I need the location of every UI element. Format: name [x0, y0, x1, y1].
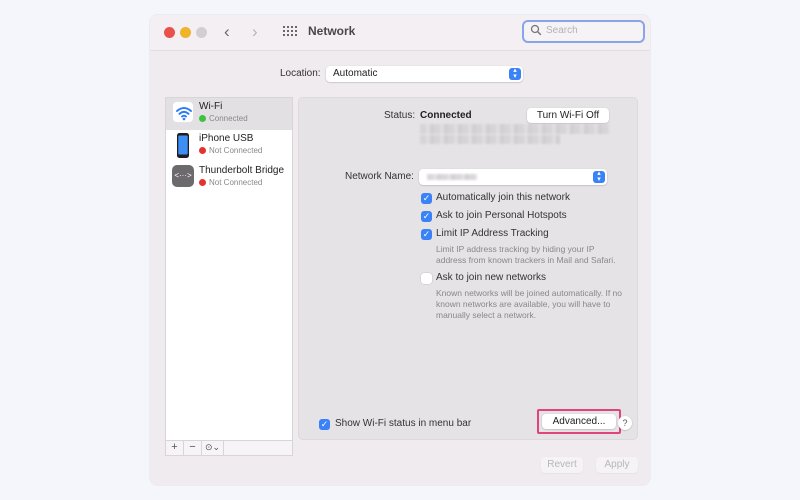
close-button[interactable]: [164, 27, 175, 38]
limit-ip-help-line: address from known trackers in Mail and …: [436, 255, 616, 265]
service-list-toolbar: + − ⊙⌄: [165, 441, 293, 456]
new-networks-help-line: Known networks will be joined automatica…: [436, 288, 622, 298]
redacted-network-name: [427, 174, 477, 180]
network-name-select[interactable]: ▴ ▾: [419, 169, 607, 185]
popup-stepper-icon: ▴ ▾: [593, 170, 605, 183]
location-value: Automatic: [333, 68, 378, 79]
limit-ip-help-line: Limit IP address tracking by hiding your…: [436, 244, 595, 254]
show-wifi-status-checkbox[interactable]: ✓: [319, 419, 330, 430]
auto-join-checkbox[interactable]: ✓: [421, 193, 432, 204]
new-networks-help-line: manually select a network.: [436, 310, 537, 320]
search-field[interactable]: Search: [522, 20, 645, 43]
status-dot-green: [199, 115, 206, 122]
auto-join-label: Automatically join this network: [436, 192, 570, 203]
remove-service-button[interactable]: −: [184, 441, 202, 455]
network-preferences-window: ‹ › Network Search Location: Automatic ▴…: [150, 15, 650, 485]
location-label: Location:: [280, 68, 321, 79]
redacted-status-detail: [420, 124, 610, 134]
show-wifi-status-label: Show Wi-Fi status in menu bar: [335, 418, 472, 429]
turn-wifi-off-button[interactable]: Turn Wi-Fi Off: [527, 108, 609, 123]
wifi-icon: [172, 101, 194, 123]
service-item-iphone-usb[interactable]: iPhone USB Not Connected: [166, 130, 292, 162]
status-dot-red: [199, 179, 206, 186]
show-all-grid-icon[interactable]: [283, 26, 297, 38]
popup-stepper-icon: ▴ ▾: [509, 67, 521, 80]
new-networks-help-line: known networks are available, you will h…: [436, 299, 611, 309]
personal-hotspots-label: Ask to join Personal Hotspots: [436, 210, 567, 221]
service-name: Wi-Fi: [199, 101, 223, 112]
service-item-thunderbolt-bridge[interactable]: <···> Thunderbolt Bridge Not Connected: [166, 162, 292, 194]
search-icon: [530, 24, 542, 36]
limit-ip-tracking-checkbox[interactable]: ✓: [421, 229, 432, 240]
iphone-icon: [172, 133, 194, 158]
ask-new-networks-label: Ask to join new networks: [436, 272, 547, 283]
title-bar: ‹ › Network Search: [150, 15, 650, 51]
help-button[interactable]: ?: [618, 416, 632, 430]
service-status: Not Connected: [209, 178, 263, 187]
forward-button[interactable]: ›: [252, 22, 258, 42]
chevron-right-icon: ›: [252, 22, 258, 41]
ask-new-networks-checkbox[interactable]: [421, 273, 432, 284]
service-list: Wi-Fi Connected iPhone USB Not Connected…: [165, 97, 293, 441]
revert-button[interactable]: Revert: [541, 457, 583, 473]
search-placeholder: Search: [546, 25, 578, 36]
service-name: Thunderbolt Bridge: [199, 165, 285, 176]
service-status: Not Connected: [209, 146, 263, 155]
location-select[interactable]: Automatic ▴ ▾: [326, 66, 523, 82]
apply-button[interactable]: Apply: [596, 457, 638, 473]
window-title: Network: [308, 24, 356, 38]
redacted-status-detail: [420, 135, 560, 144]
advanced-button[interactable]: Advanced...: [542, 414, 616, 429]
personal-hotspots-checkbox[interactable]: ✓: [421, 211, 432, 222]
service-status: Connected: [209, 114, 248, 123]
status-label: Status:: [384, 110, 416, 121]
network-name-label: Network Name:: [345, 171, 414, 182]
add-service-button[interactable]: +: [166, 441, 184, 455]
wifi-detail-pane: Status: Connected Turn Wi-Fi Off Network…: [298, 97, 638, 440]
status-value: Connected: [420, 110, 472, 121]
service-item-wifi[interactable]: Wi-Fi Connected: [166, 98, 292, 130]
thunderbolt-bridge-icon: <···>: [172, 165, 194, 187]
back-button[interactable]: ‹: [224, 22, 230, 42]
status-dot-red: [199, 147, 206, 154]
limit-ip-tracking-label: Limit IP Address Tracking: [436, 228, 549, 239]
service-name: iPhone USB: [199, 133, 254, 144]
service-actions-menu[interactable]: ⊙⌄: [202, 441, 224, 455]
chevron-left-icon: ‹: [224, 22, 230, 41]
minimize-button[interactable]: [180, 27, 191, 38]
zoom-button[interactable]: [196, 27, 207, 38]
